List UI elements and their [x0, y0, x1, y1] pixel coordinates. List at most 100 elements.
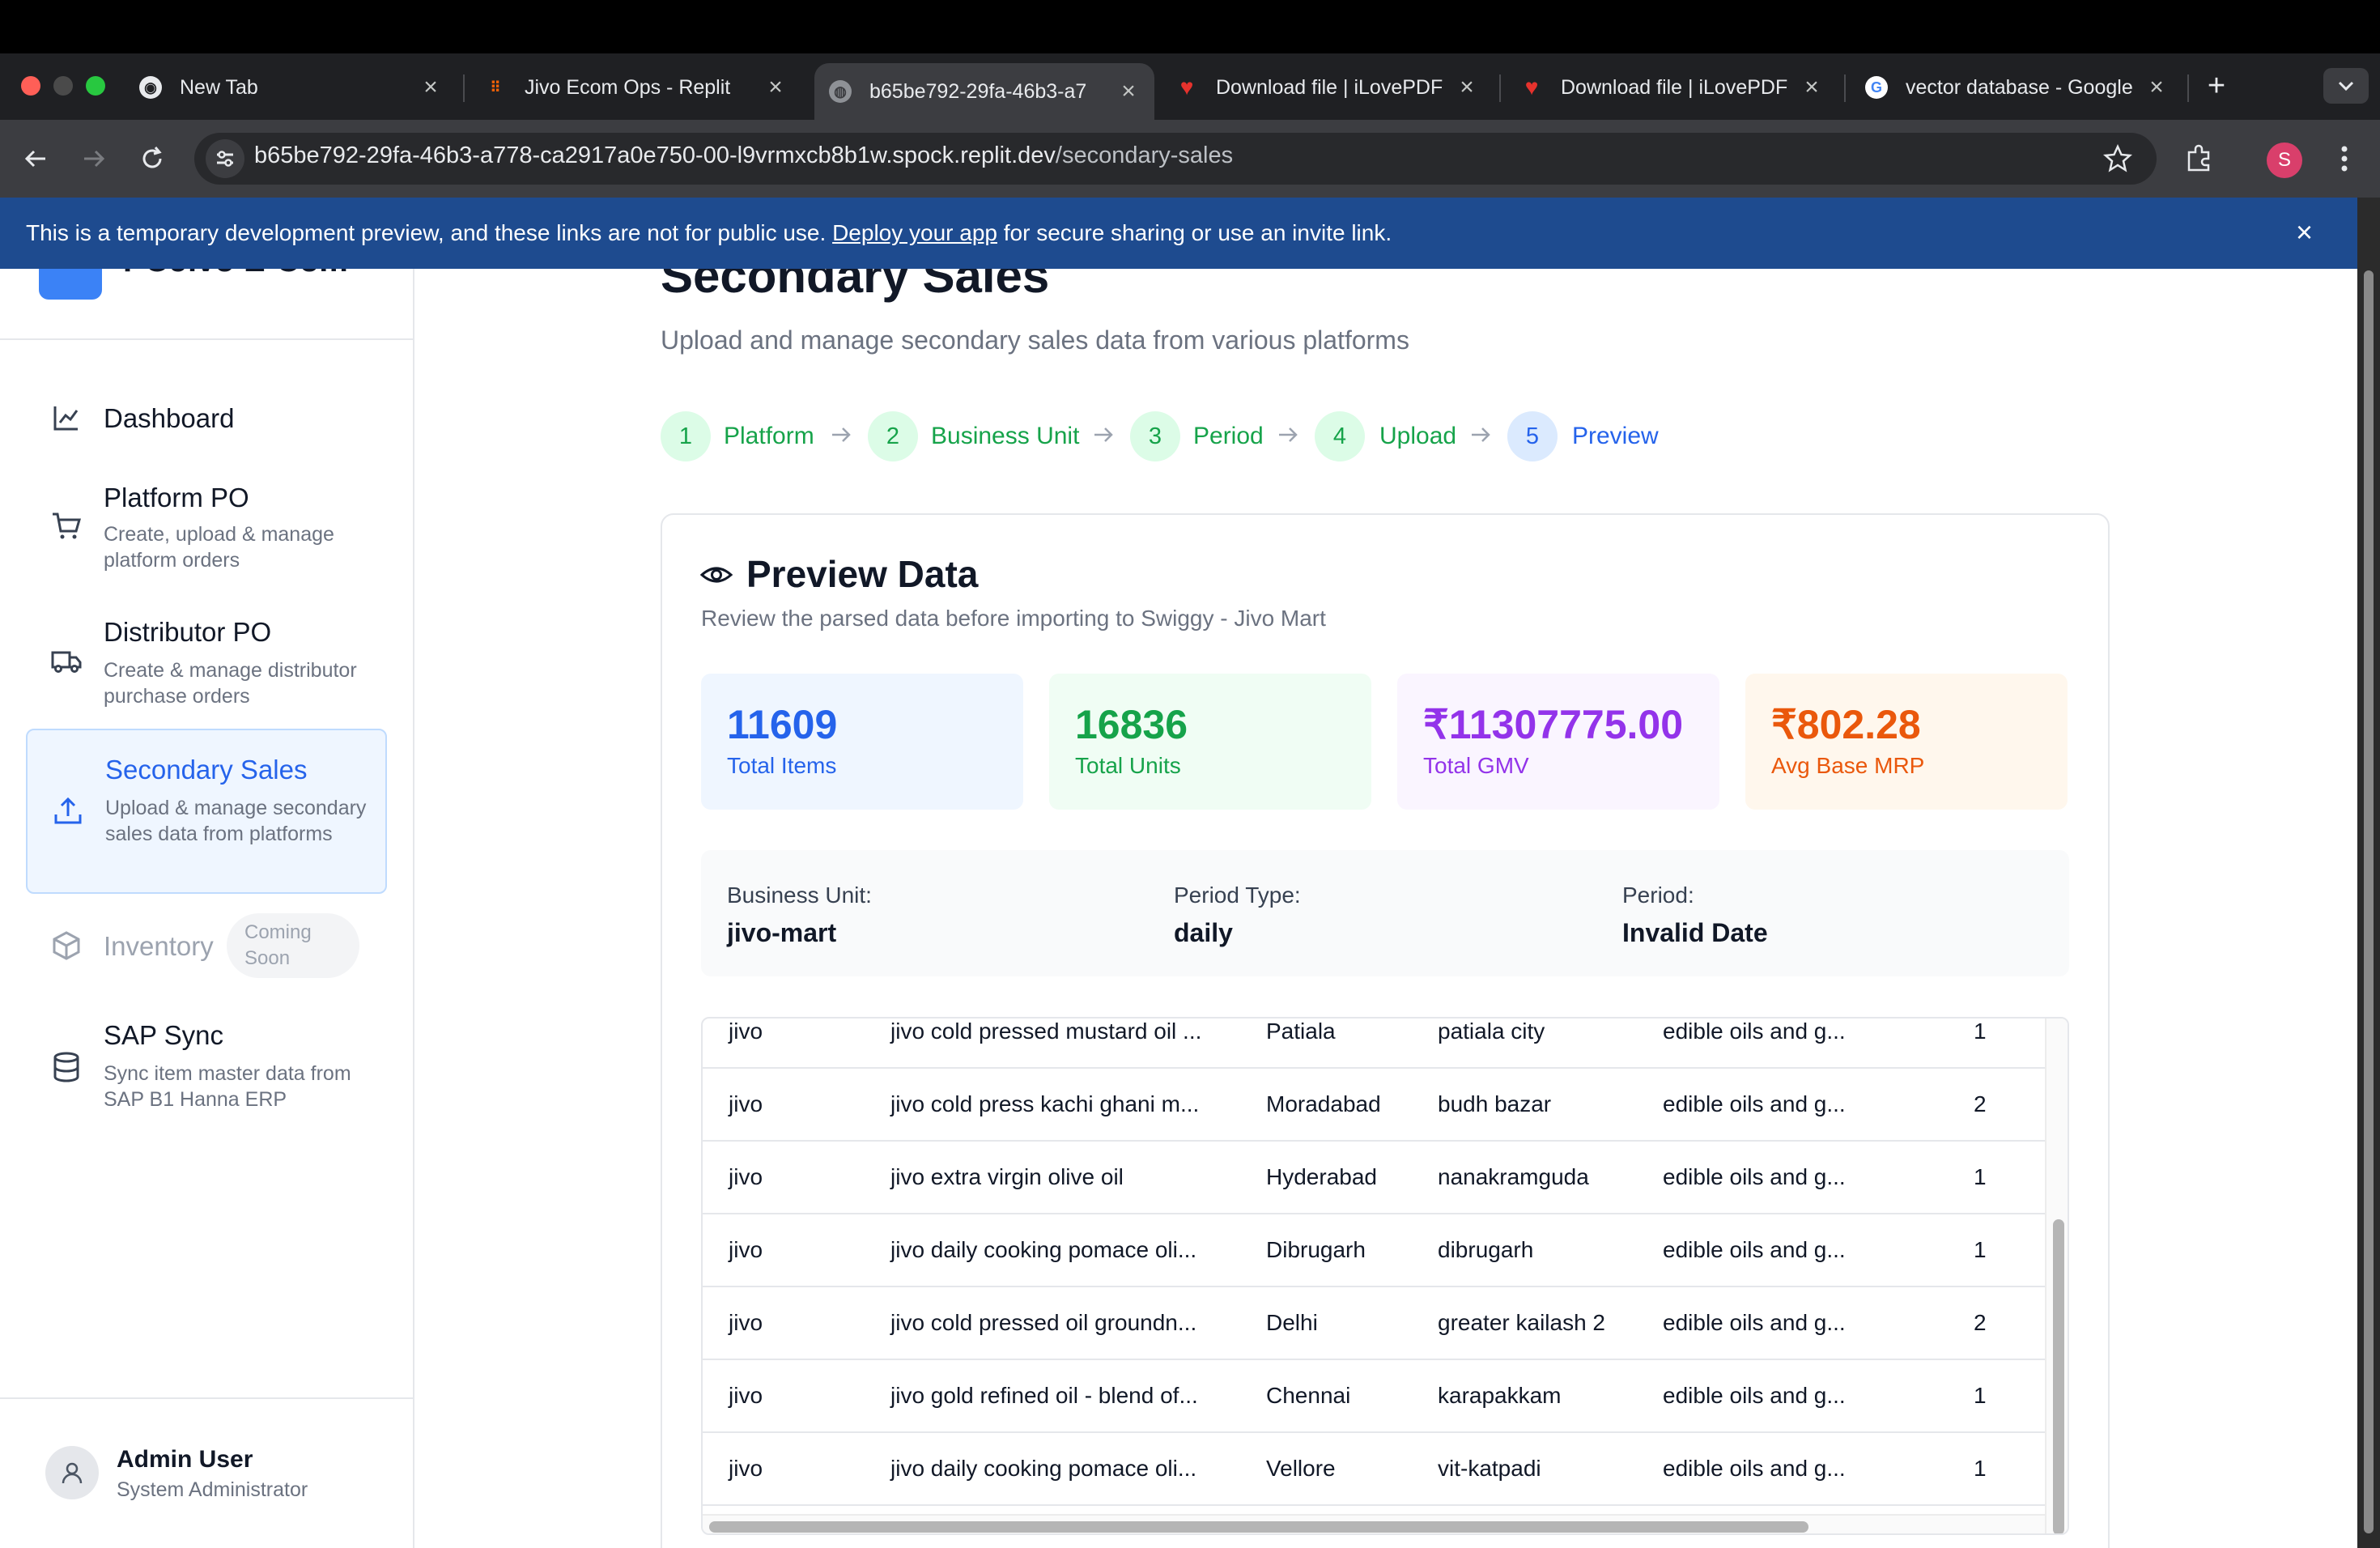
scrollbar-thumb[interactable]: [709, 1521, 1808, 1533]
browser-tab[interactable]: G vector database - Google ×: [1851, 63, 2182, 112]
sidebar-item-distributor-po[interactable]: Distributor PO Create & manage distribut…: [26, 602, 387, 721]
url-text[interactable]: b65be792-29fa-46b3-a778-ca2917a0e750-00-…: [254, 142, 1233, 169]
table-cell: edible oils and g...: [1663, 1091, 1846, 1116]
bookmark-button[interactable]: [2098, 139, 2137, 178]
sidebar-item-platform-po[interactable]: Platform PO Create, upload & manage plat…: [26, 466, 387, 585]
arrow-right-icon: [84, 150, 105, 168]
browser-tab-active[interactable]: ◍ b65be792-29fa-46b3-a7 ×: [814, 63, 1154, 120]
table-cell: jivo: [729, 1456, 763, 1481]
eye-icon: [699, 567, 733, 583]
replit-icon: ⠿: [490, 79, 501, 96]
tune-icon: [217, 151, 233, 167]
arrow-right-icon: [1279, 427, 1298, 442]
table-cell: jivo cold press kachi ghani m...: [890, 1091, 1200, 1116]
period-type-value: daily: [1174, 918, 1233, 947]
browser-menu-button[interactable]: [2328, 139, 2361, 178]
table-cell: greater kailash 2: [1438, 1310, 1606, 1335]
tab-separator: [463, 74, 465, 102]
stat-value: ₹11307775.00: [1423, 702, 1684, 747]
table-cell: Dibrugarh: [1266, 1237, 1366, 1262]
sidebar-item-inventory: Inventory Coming Soon: [26, 913, 387, 978]
step-label-platform: Platform: [724, 423, 814, 449]
close-tab-icon[interactable]: ×: [419, 74, 442, 101]
browser-tab[interactable]: ♥ Download file | iLovePDF ×: [1161, 63, 1493, 112]
user-icon: [62, 1462, 83, 1484]
deploy-app-link[interactable]: Deploy your app: [832, 220, 997, 245]
stat-label: Avg Base MRP: [1771, 753, 1925, 778]
table-row: jivo jivo gold refined oil - blend of...…: [703, 1360, 2045, 1433]
scrollbar-thumb[interactable]: [2053, 1219, 2064, 1533]
browser-tab[interactable]: ⠿ Jivo Ecom Ops - Replit ×: [470, 63, 801, 112]
table-cell: Hyderabad: [1266, 1164, 1377, 1189]
period-label: Period:: [1622, 882, 1694, 908]
table-cell: 1: [1974, 1383, 1987, 1408]
import-details-panel: [701, 850, 2069, 976]
sidebar-item-label: Inventory: [104, 931, 214, 961]
dev-preview-banner: This is a temporary development preview,…: [0, 198, 2357, 269]
more-vertical-icon: [2341, 146, 2348, 172]
stat-card-total-gmv: ₹11307775.00 Total GMV: [1397, 674, 1719, 810]
step-label-period: Period: [1193, 423, 1264, 449]
site-info-button[interactable]: [206, 139, 244, 178]
table-cell: jivo: [729, 1019, 763, 1044]
table-cell: jivo cold pressed oil groundn...: [890, 1310, 1197, 1335]
banner-text: This is a temporary development preview,…: [26, 220, 1392, 245]
table-cell: jivo: [729, 1091, 763, 1116]
table-cell: dibrugarh: [1438, 1237, 1534, 1262]
table-vertical-scrollbar[interactable]: [2045, 1019, 2068, 1533]
browser-tab[interactable]: ♥ Download file | iLovePDF ×: [1506, 63, 1838, 112]
table-cell: jivo daily cooking pomace oli...: [890, 1456, 1197, 1481]
arrow-right-icon: [1472, 427, 1490, 442]
new-tab-button[interactable]: +: [2199, 68, 2234, 104]
browser-tab[interactable]: ◉ New Tab ×: [125, 63, 457, 112]
google-icon: G: [1865, 76, 1888, 99]
minimize-window-button[interactable]: [53, 76, 73, 96]
sidebar-item-sap-sync[interactable]: SAP Sync Sync item master data from SAP …: [26, 1001, 387, 1119]
tab-separator: [1844, 74, 1846, 102]
table-cell: jivo: [729, 1164, 763, 1189]
step-number: 2: [868, 411, 918, 461]
close-window-button[interactable]: [21, 76, 40, 96]
stat-value: 16836: [1075, 702, 1188, 747]
stat-card-avg-base-mrp: ₹802.28 Avg Base MRP: [1745, 674, 2068, 810]
step-number-current: 5: [1507, 411, 1558, 461]
table-cell: budh bazar: [1438, 1091, 1552, 1116]
profile-avatar[interactable]: S: [2267, 142, 2302, 178]
package-icon: [53, 931, 80, 960]
table-cell: edible oils and g...: [1663, 1237, 1846, 1262]
close-tab-icon[interactable]: ×: [2145, 74, 2168, 101]
page-scrollbar[interactable]: [2357, 198, 2380, 1548]
close-tab-icon[interactable]: ×: [1456, 74, 1478, 101]
preview-table[interactable]: jivo jivo cold pressed mustard oil ... P…: [701, 1017, 2069, 1535]
close-tab-icon[interactable]: ×: [764, 74, 787, 101]
step-label-business-unit: Business Unit: [931, 423, 1080, 449]
table-cell: Delhi: [1266, 1310, 1318, 1335]
stat-card-total-units: 16836 Total Units: [1049, 674, 1371, 810]
close-icon[interactable]: ×: [2296, 215, 2313, 249]
table-cell: edible oils and g...: [1663, 1310, 1846, 1335]
step-number: 1: [661, 411, 711, 461]
table-cell: jivo gold refined oil - blend of...: [890, 1383, 1198, 1408]
close-tab-icon[interactable]: ×: [1800, 74, 1823, 101]
maximize-window-button[interactable]: [86, 76, 105, 96]
sidebar-item-label: Platform PO: [104, 483, 249, 512]
reload-button[interactable]: [131, 138, 173, 180]
user-avatar[interactable]: [45, 1446, 99, 1499]
table-row: jivo jivo extra virgin olive oil Hyderab…: [703, 1142, 2045, 1214]
back-button[interactable]: [15, 138, 57, 180]
extensions-button[interactable]: [2179, 139, 2218, 178]
sidebar-item-dashboard[interactable]: Dashboard: [26, 384, 387, 453]
table-horizontal-scrollbar[interactable]: [703, 1514, 2045, 1533]
tab-search-button[interactable]: [2323, 68, 2369, 104]
sidebar-item-secondary-sales[interactable]: Secondary Sales Upload & manage secondar…: [26, 729, 387, 894]
chevron-down-icon: [2338, 81, 2354, 91]
table-cell: 1: [1974, 1164, 1987, 1189]
table-cell: Patiala: [1266, 1019, 1336, 1044]
user-name: Admin User: [117, 1446, 253, 1473]
shopping-cart-icon: [53, 512, 81, 539]
scrollbar-thumb[interactable]: [2364, 270, 2374, 1533]
table-row: jivo jivo daily cooking pomace oli... Ve…: [703, 1433, 2045, 1506]
close-tab-icon[interactable]: ×: [1117, 78, 1140, 105]
step-number: 4: [1315, 411, 1365, 461]
forward-button[interactable]: [73, 138, 115, 180]
